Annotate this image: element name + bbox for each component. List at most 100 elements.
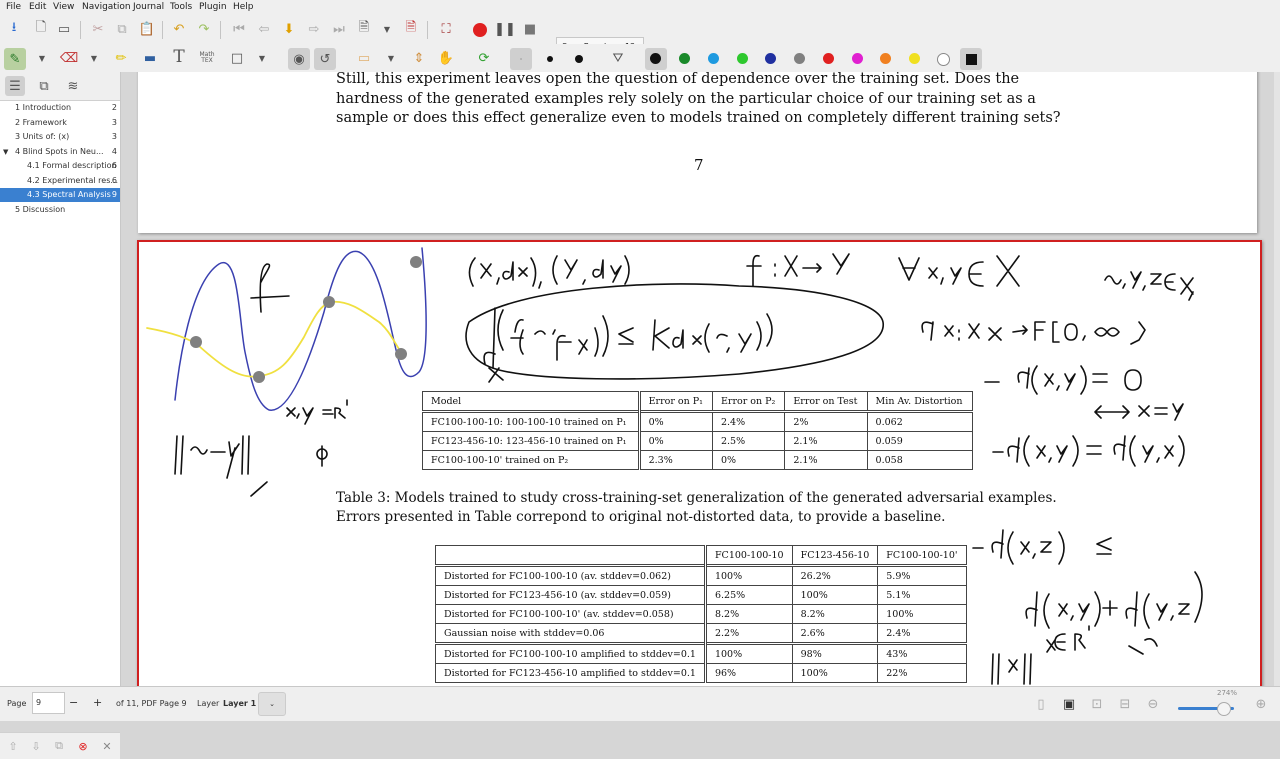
zoom-100-icon[interactable]: ⊟ [1116, 695, 1134, 713]
page-input[interactable]: 9 [32, 692, 65, 714]
chevron-down-icon[interactable]: ▼ [85, 49, 103, 67]
toc-item-title: 1 Introduction [15, 103, 72, 112]
toc-item[interactable]: 5 Discussion [0, 203, 120, 217]
toc-tab-icon[interactable]: ☰ [5, 76, 25, 96]
color-swatch[interactable] [880, 53, 891, 64]
hand-icon[interactable]: ✋ [437, 49, 455, 67]
color-swatch[interactable] [794, 53, 805, 64]
toc-item[interactable]: 4.2 Experimental res... 6 [0, 174, 120, 188]
menu-edit[interactable]: Edit [29, 2, 46, 12]
move-down-icon[interactable]: ⇩ [27, 737, 45, 755]
chevron-down-icon[interactable]: ▼ [382, 49, 400, 67]
thin-pen-size-icon[interactable]: · [510, 48, 532, 70]
delete-icon[interactable]: ⊗ [74, 737, 92, 755]
pause-icon[interactable]: ❚❚ [494, 20, 516, 38]
color-swatch[interactable] [823, 53, 834, 64]
layer-dropdown-button[interactable]: ⌄ [258, 692, 286, 716]
save-icon[interactable]: ⭳ [5, 20, 23, 38]
chevron-down-icon[interactable]: ▼ [378, 20, 396, 38]
undo-icon[interactable]: ↶ [170, 20, 188, 38]
snap-grid-icon[interactable]: ↺ [314, 48, 336, 70]
zoom-slider-handle[interactable] [1217, 702, 1231, 716]
toc-item-page: 4 [111, 146, 117, 156]
toc-item-page: 2 [111, 103, 117, 112]
insert-page-icon[interactable]: 🗎 [355, 20, 373, 38]
eraser-icon[interactable]: ⌫ [60, 49, 78, 67]
next-page-icon[interactable]: ⇨ [305, 20, 323, 38]
zoom-fit-icon[interactable]: ⊡ [1088, 695, 1106, 713]
toc-item-page: 6 [111, 175, 117, 185]
fullscreen-icon[interactable]: ⛶ [437, 20, 455, 38]
page-increment-button[interactable]: + [93, 696, 102, 709]
thick-pen-size-icon[interactable] [575, 55, 583, 63]
snap-rotation-icon[interactable]: ◉ [288, 48, 310, 70]
custom-color-icon[interactable] [960, 48, 982, 70]
toc-item[interactable]: 1 Introduction 2 [0, 101, 120, 115]
pdf-page-current[interactable]: Model Error on P₁ Error on P₂ Error on T… [137, 240, 1262, 686]
pen-icon[interactable]: ✎ [4, 48, 26, 70]
rectangle-icon[interactable]: □ [228, 49, 246, 67]
zoom-out-icon[interactable]: ⊖ [1144, 695, 1162, 713]
pdf-page-7[interactable]: Still, this experiment leaves open the q… [138, 72, 1257, 233]
toc-item[interactable]: 3 Units of: (x) 3 [0, 130, 120, 144]
fill-icon[interactable]: ⛛ [609, 49, 627, 67]
medium-pen-size-icon[interactable] [547, 56, 553, 62]
paste-icon[interactable]: 📋 [138, 20, 156, 38]
menu-view[interactable]: View [53, 2, 74, 12]
goto-page-icon[interactable]: ⬇ [280, 20, 298, 38]
toc-item[interactable]: ▼ 4 Blind Spots in Neu... 4 [0, 145, 120, 159]
copy-icon[interactable]: ⧉ [113, 20, 131, 38]
open-icon[interactable]: ▭ [55, 20, 73, 38]
copy-page-icon[interactable]: ⧉ [50, 737, 68, 755]
color-swatch[interactable] [909, 53, 920, 64]
toc-item[interactable]: 2 Framework 3 [0, 116, 120, 130]
pages-tab-icon[interactable]: ⧉ [34, 76, 54, 96]
color-swatch[interactable] [650, 53, 661, 64]
last-page-icon[interactable]: ⏭ [330, 20, 348, 38]
redo-icon[interactable]: ↷ [195, 20, 213, 38]
stop-icon[interactable]: ■ [521, 20, 539, 38]
layer-value[interactable]: Layer 1 [223, 699, 256, 708]
color-swatch[interactable] [737, 53, 748, 64]
toc-item-title: 4.2 Experimental res... [27, 175, 118, 185]
layers-tab-icon[interactable]: ≋ [63, 76, 83, 96]
select-rect-icon[interactable]: ▭ [355, 49, 373, 67]
refresh-icon[interactable]: ⟳ [475, 49, 493, 67]
separator [80, 21, 81, 39]
chevron-down-icon[interactable]: ▼ [33, 49, 51, 67]
toc-item[interactable]: 4.3 Spectral Analysis ... 9 [0, 188, 120, 213]
delete-page-icon[interactable]: 🗎 [402, 20, 420, 38]
menu-tools[interactable]: Tools [170, 2, 192, 12]
fit-page-icon[interactable]: ▣ [1060, 695, 1078, 713]
page-decrement-button[interactable]: − [69, 696, 78, 709]
highlighter-icon[interactable]: ✏ [112, 49, 130, 67]
color-swatch[interactable] [852, 53, 863, 64]
expand-triangle-icon[interactable]: ▼ [3, 145, 8, 159]
color-swatch[interactable] [708, 53, 719, 64]
move-up-icon[interactable]: ⇧ [4, 737, 22, 755]
text-tool-icon[interactable]: T [170, 47, 188, 67]
vertical-scrollbar[interactable] [1274, 72, 1280, 686]
page-single-icon[interactable]: ▯ [1032, 695, 1050, 713]
color-swatch[interactable] [937, 53, 950, 66]
menu-journal[interactable]: Journal [133, 2, 164, 12]
image-icon[interactable]: ▬ [141, 49, 159, 67]
toc-item[interactable]: 4.1 Formal description 6 [0, 159, 120, 173]
zoom-in-icon[interactable]: ⊕ [1252, 695, 1270, 713]
math-tex-icon[interactable]: Math TEX [198, 49, 216, 67]
first-page-icon[interactable]: ⏮ [230, 20, 248, 38]
menu-help[interactable]: Help [233, 2, 254, 12]
chevron-down-icon[interactable]: ▼ [253, 49, 271, 67]
menu-navigation[interactable]: Navigation [82, 2, 131, 12]
color-swatch[interactable] [765, 53, 776, 64]
close-icon[interactable]: ✕ [98, 737, 116, 755]
record-icon[interactable] [473, 23, 487, 37]
color-swatch[interactable] [679, 53, 690, 64]
document-canvas[interactable]: Still, this experiment leaves open the q… [121, 72, 1280, 686]
vertical-space-icon[interactable]: ⇕ [410, 49, 428, 67]
new-document-icon[interactable]: 🗋 [32, 20, 50, 38]
previous-page-icon[interactable]: ⇦ [255, 20, 273, 38]
menu-file[interactable]: File [6, 2, 21, 12]
cut-icon[interactable]: ✂ [89, 20, 107, 38]
menu-plugin[interactable]: Plugin [199, 2, 227, 12]
